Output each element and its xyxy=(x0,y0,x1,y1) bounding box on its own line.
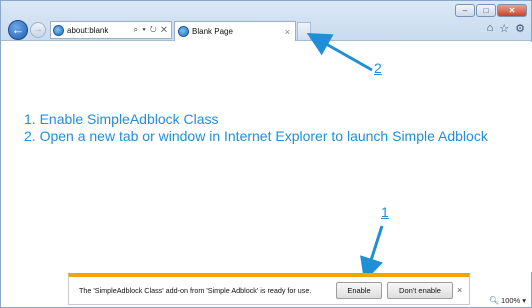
window-caption-buttons: – □ ✕ xyxy=(454,4,527,17)
new-tab-button[interactable] xyxy=(297,22,311,40)
home-icon[interactable]: ⌂ xyxy=(487,22,494,35)
zoom-icon: 🔍︎ xyxy=(488,296,500,305)
maximize-button[interactable]: □ xyxy=(476,4,496,17)
instruction-step-1: 1. Enable SimpleAdblock Class xyxy=(24,111,219,127)
back-button[interactable]: ← xyxy=(8,20,28,40)
toolbar-icons: ⌂ ☆ ⚙ xyxy=(487,22,525,35)
ie-icon xyxy=(53,24,64,36)
address-text[interactable]: about:blank xyxy=(67,26,134,35)
zoom-control[interactable]: 🔍︎ 100% ▾ xyxy=(489,296,526,305)
browser-window: – □ ✕ ← → about:blank ⌕ ▾ ↻ ✕ Blank Page… xyxy=(0,0,532,308)
enable-button[interactable]: Enable xyxy=(336,282,382,299)
address-bar[interactable]: about:blank ⌕ ▾ ↻ ✕ xyxy=(50,21,172,39)
instruction-step-2: 2. Open a new tab or window in Internet … xyxy=(24,128,488,144)
notification-close-icon[interactable]: × xyxy=(457,285,462,295)
chevron-down-icon[interactable]: ▾ xyxy=(522,296,526,305)
addon-notification-bar: The 'SimpleAdblock Class' add-on from 'S… xyxy=(68,273,470,305)
zoom-level: 100% xyxy=(501,296,521,305)
notification-message: The 'SimpleAdblock Class' add-on from 'S… xyxy=(79,286,312,295)
dont-enable-button[interactable]: Don't enable xyxy=(387,282,453,299)
browser-toolbar: – □ ✕ ← → about:blank ⌕ ▾ ↻ ✕ Blank Page… xyxy=(1,1,531,41)
settings-gear-icon[interactable]: ⚙ xyxy=(515,22,525,35)
forward-button[interactable]: → xyxy=(30,22,46,38)
callout-label-1: 1 xyxy=(381,204,389,220)
minimize-button[interactable]: – xyxy=(455,4,475,17)
page-content xyxy=(2,42,532,272)
tab-close-icon[interactable]: × xyxy=(285,27,290,37)
tab-blank-page[interactable]: Blank Page × xyxy=(174,21,296,41)
ie-icon xyxy=(178,26,189,37)
close-window-button[interactable]: ✕ xyxy=(497,4,527,17)
callout-label-2: 2 xyxy=(374,60,382,76)
address-bar-controls[interactable]: ⌕ ▾ ↻ ✕ xyxy=(134,25,168,35)
tab-title: Blank Page xyxy=(192,27,233,36)
favorites-icon[interactable]: ☆ xyxy=(499,22,509,35)
